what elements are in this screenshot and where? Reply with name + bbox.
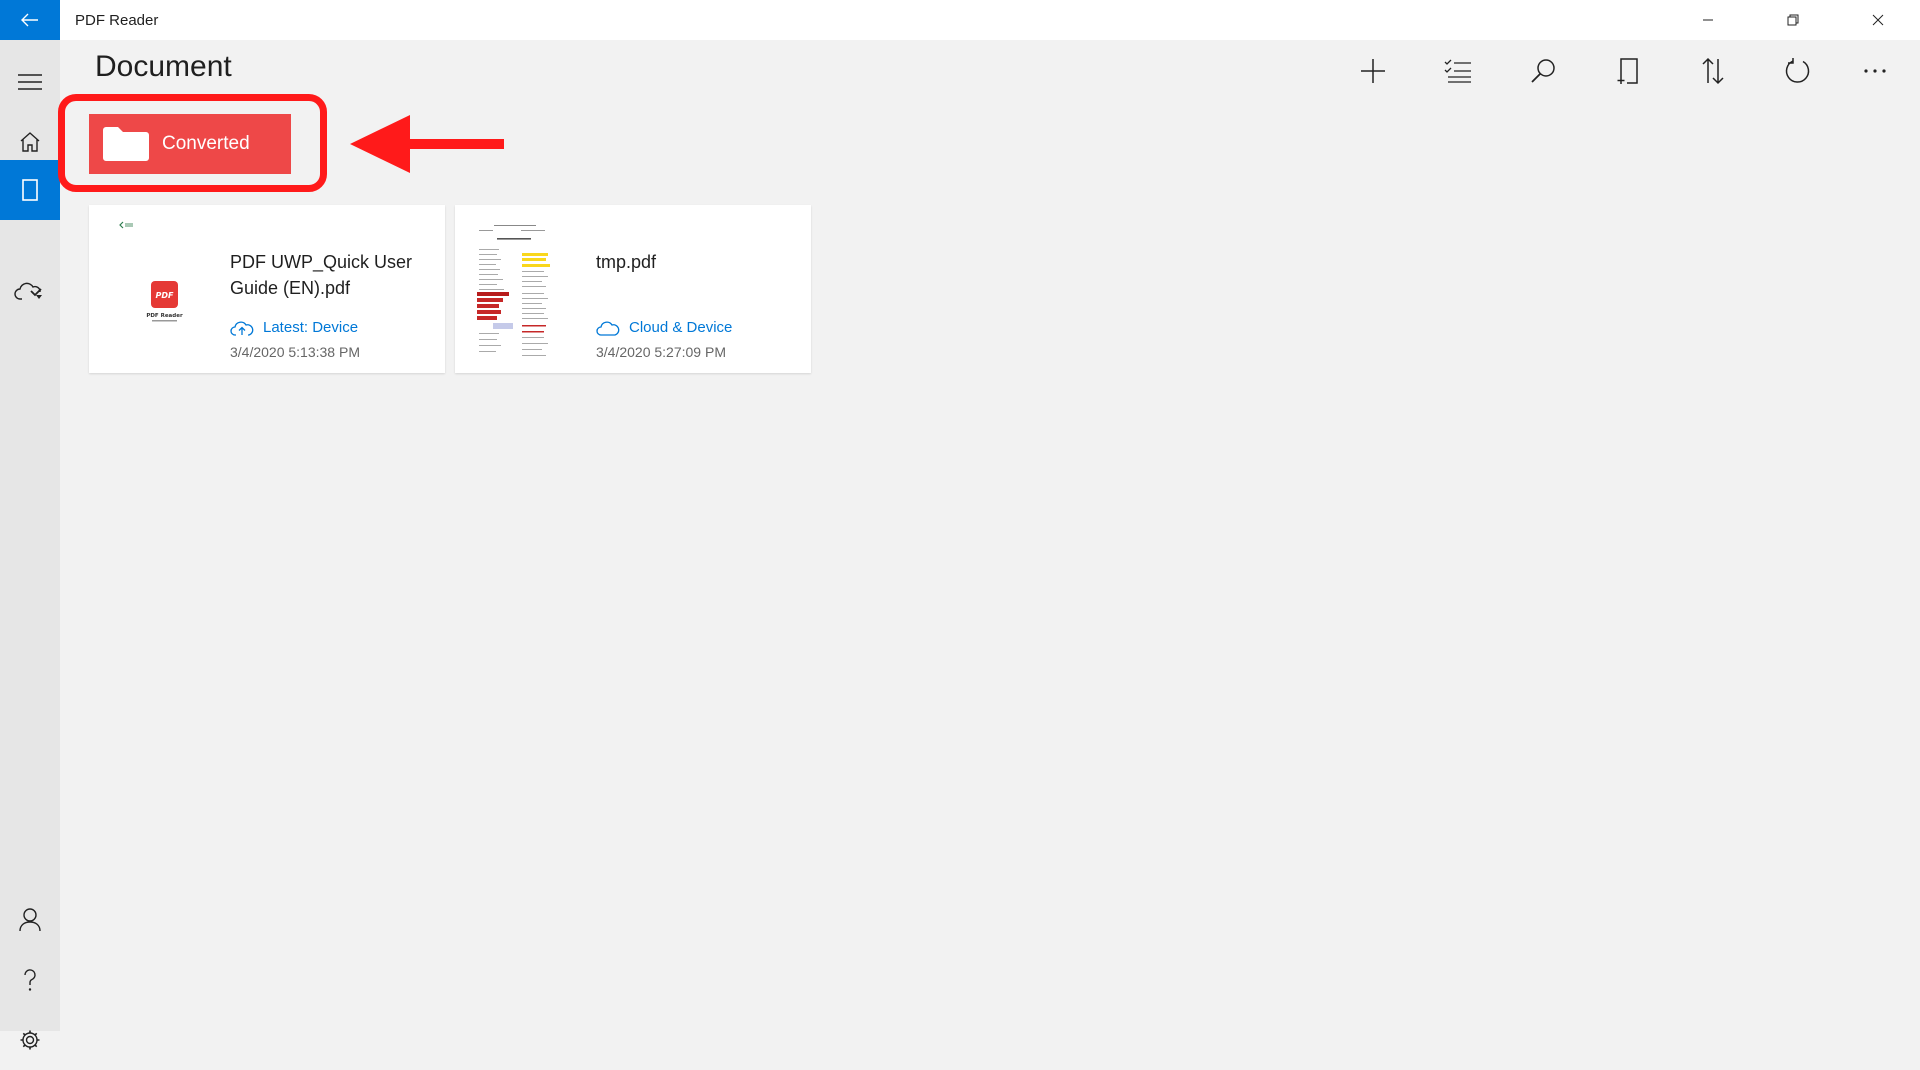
svg-text:PDF: PDF — [156, 291, 175, 300]
document-card[interactable]: PDF PDF Reader PDF UWP_Quick User Guide … — [89, 205, 445, 373]
arrow-left-annotation-icon — [350, 115, 504, 173]
document-name: tmp.pdf — [596, 252, 657, 272]
title-bar: PDF Reader — [0, 0, 1920, 40]
folder-icon — [103, 127, 149, 161]
cloud-icon — [596, 321, 620, 336]
document-thumbnail — [469, 213, 569, 365]
sort-button[interactable] — [1670, 50, 1755, 92]
pdf-reader-logo-icon: PDF PDF Reader — [119, 221, 183, 322]
home-icon — [20, 132, 40, 152]
folder-label: Converted — [162, 133, 250, 154]
search-button[interactable] — [1500, 50, 1585, 92]
cloud-sync-icon — [14, 282, 42, 300]
checklist-icon — [1444, 59, 1471, 83]
document-date: 3/4/2020 5:27:09 PM — [596, 344, 726, 360]
new-file-button[interactable] — [1585, 50, 1670, 92]
nav-cloud[interactable] — [0, 262, 60, 322]
search-icon — [1530, 59, 1555, 83]
document-name: PDF UWP_Quick User Guide (EN).pdf — [230, 252, 413, 298]
nav-help[interactable] — [0, 950, 60, 1010]
document-card[interactable]: tmp.pdf Cloud & Device 3/4/2020 5:27:09 … — [455, 205, 811, 373]
sync-status-label: Latest: Device — [263, 319, 359, 336]
more-options-button[interactable] — [1840, 50, 1910, 92]
document-preview-icon — [477, 225, 550, 356]
cloud-upload-icon — [230, 321, 254, 336]
close-icon — [1872, 14, 1883, 26]
app-title: PDF Reader — [75, 11, 159, 29]
refresh-button[interactable] — [1755, 50, 1840, 92]
nav-rail — [0, 40, 60, 1050]
minimize-button[interactable] — [1665, 0, 1750, 40]
folder-tile-converted[interactable]: Converted — [89, 114, 291, 174]
nav-document[interactable] — [0, 160, 60, 220]
hamburger-icon — [18, 74, 42, 90]
person-icon — [19, 908, 41, 932]
sort-icon — [1701, 57, 1724, 85]
nav-account[interactable] — [0, 890, 60, 950]
toolbar — [1330, 50, 1910, 92]
minimize-icon — [1702, 19, 1713, 21]
document-date: 3/4/2020 5:13:38 PM — [230, 344, 360, 360]
restore-icon — [1787, 14, 1798, 26]
page-title: Document — [95, 50, 232, 83]
question-icon — [24, 969, 36, 991]
sync-status: Cloud & Device — [596, 319, 732, 336]
hamburger-menu-button[interactable] — [0, 52, 60, 112]
back-button[interactable] — [0, 0, 60, 40]
close-button[interactable] — [1835, 0, 1920, 40]
document-thumbnail: PDF PDF Reader — [103, 213, 203, 365]
svg-text:PDF Reader: PDF Reader — [146, 313, 183, 319]
plus-icon — [1360, 59, 1385, 83]
add-button[interactable] — [1330, 50, 1415, 92]
more-icon — [1864, 69, 1886, 73]
refresh-icon — [1785, 58, 1809, 83]
restore-button[interactable] — [1750, 0, 1835, 40]
gear-icon — [20, 1030, 40, 1050]
nav-settings[interactable] — [0, 1010, 60, 1070]
sync-status-label: Cloud & Device — [629, 319, 733, 336]
document-icon — [22, 179, 38, 201]
sync-status: Latest: Device — [230, 319, 358, 336]
new-document-icon — [1617, 58, 1638, 84]
window-controls — [1665, 0, 1920, 40]
arrow-left-icon — [21, 13, 38, 27]
select-button[interactable] — [1415, 50, 1500, 92]
